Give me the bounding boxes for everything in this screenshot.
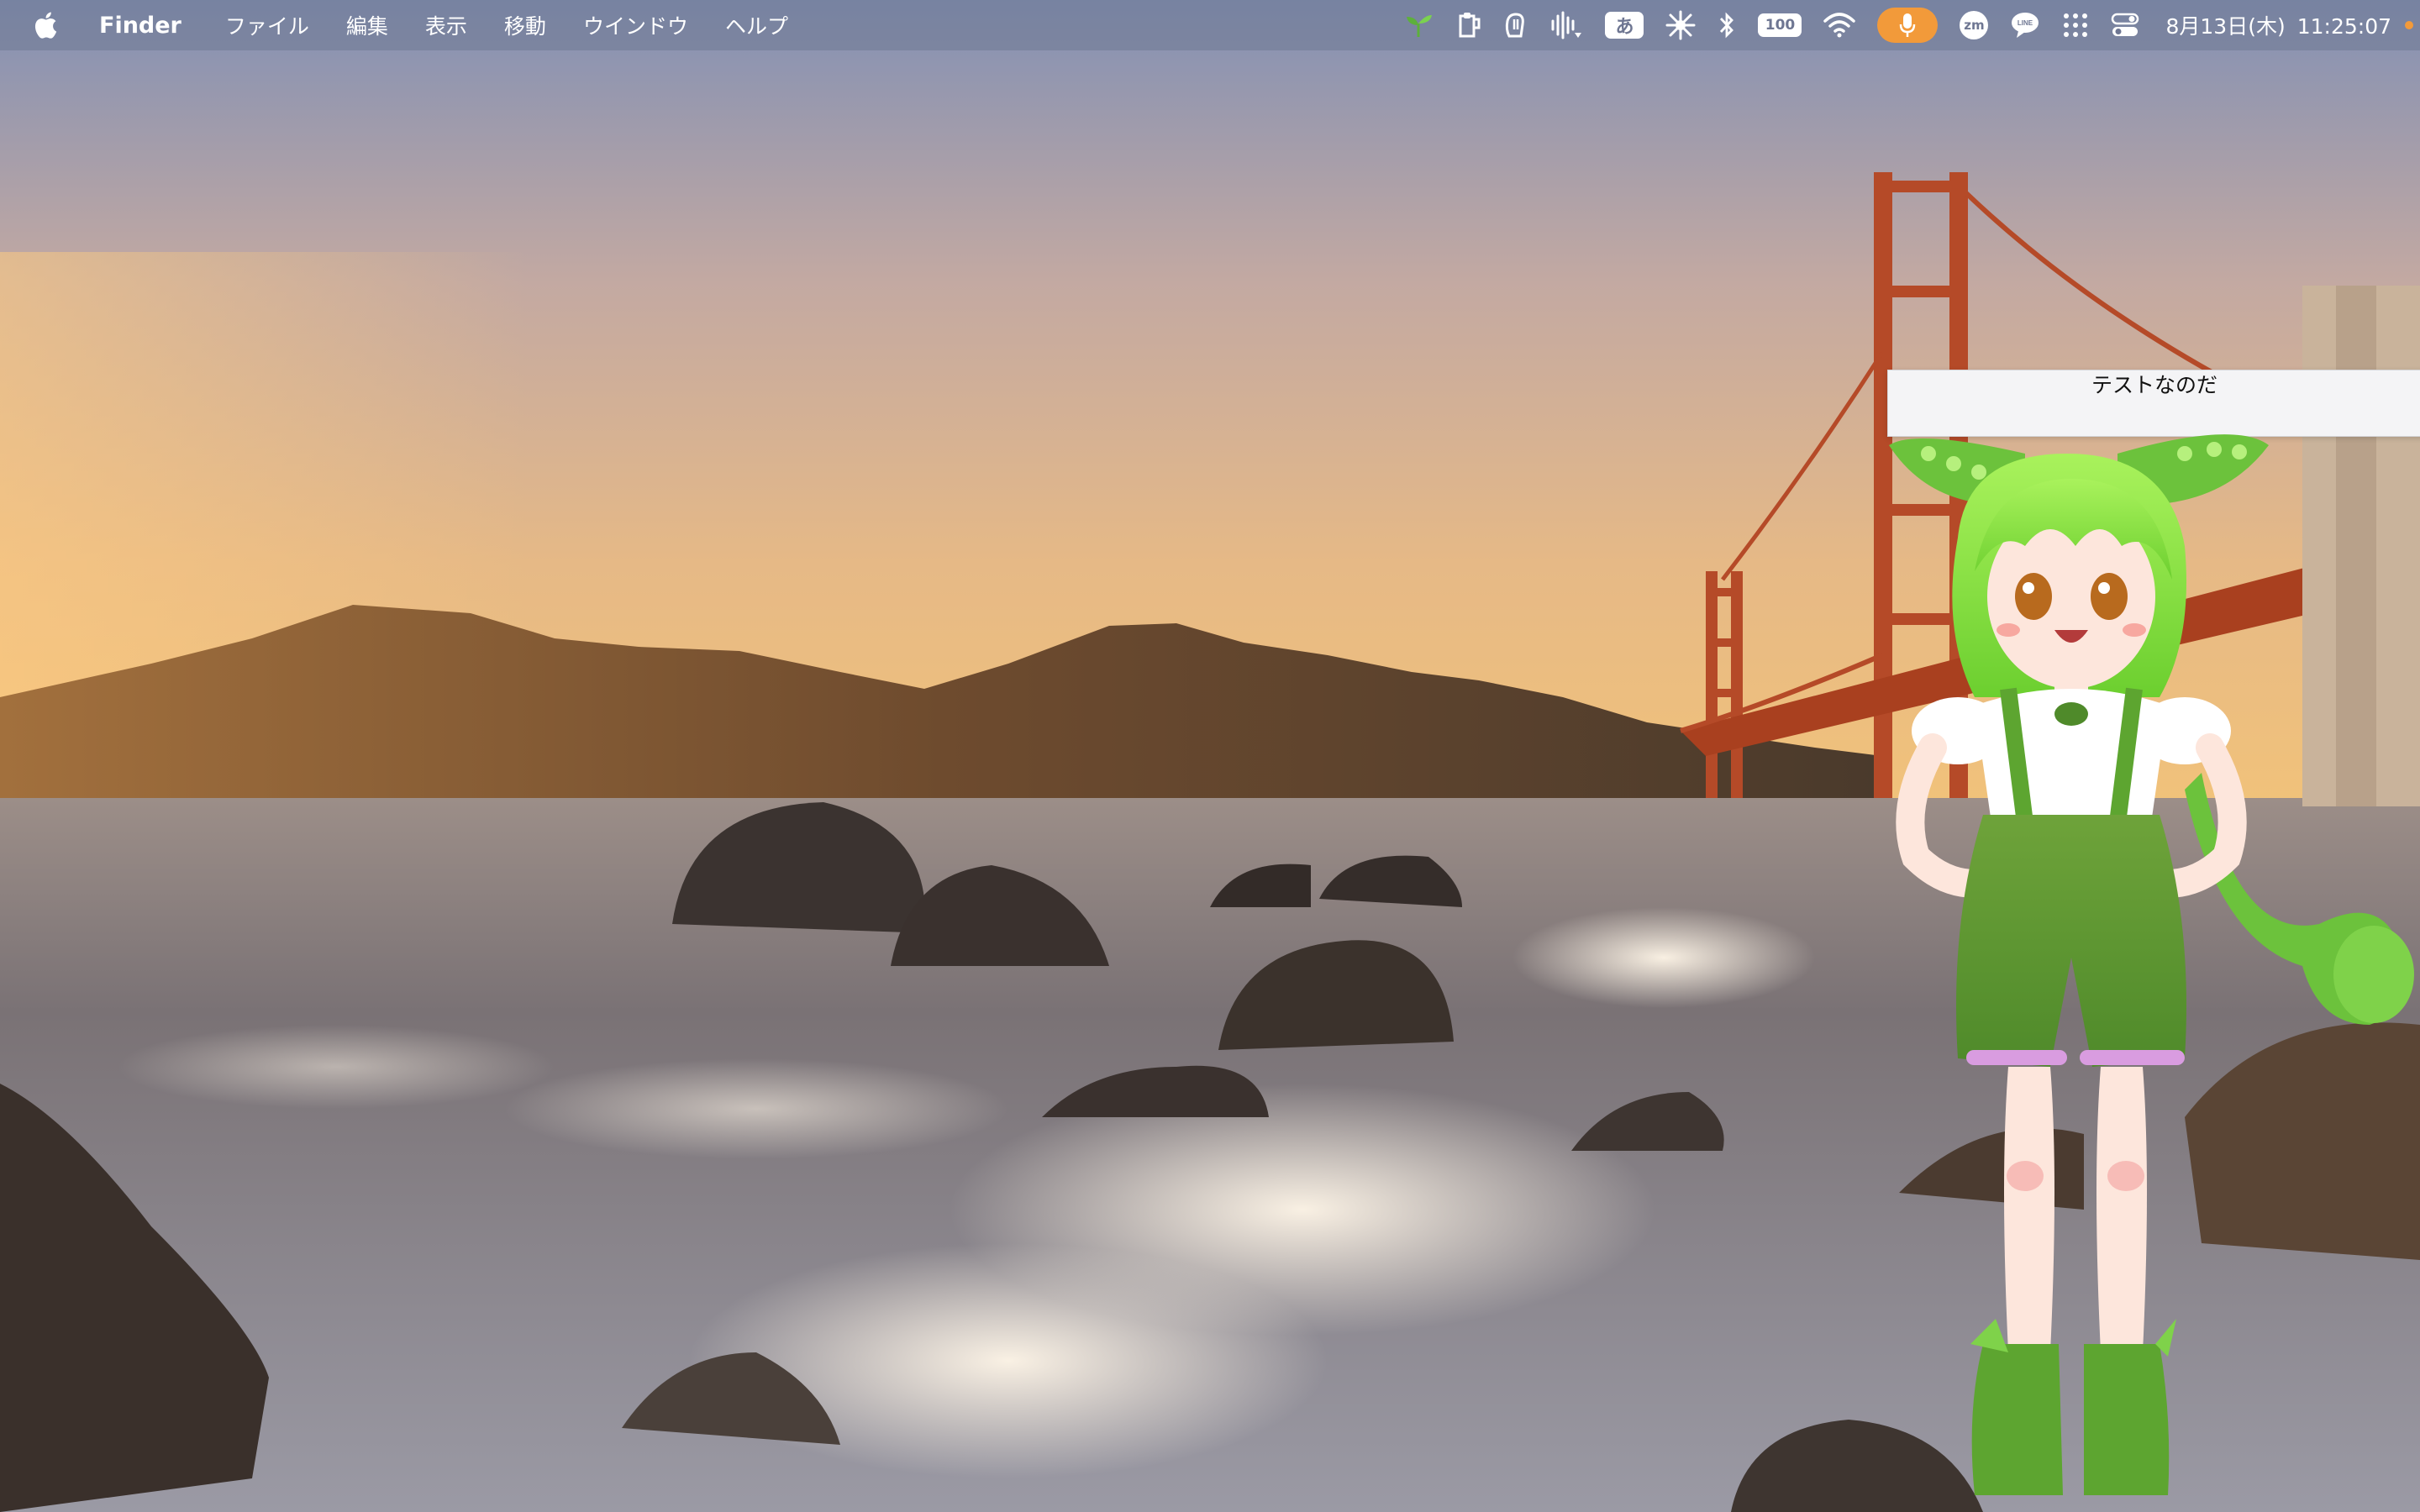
clock-date: 8月13日(木)	[2165, 14, 2286, 39]
wifi-icon[interactable]	[1823, 0, 1856, 50]
menu-bar: Finder ファイル 編集 表示 移動 ウインドウ ヘルプ あ 100 zm …	[0, 0, 2420, 50]
menu-app-finder[interactable]: Finder	[87, 0, 207, 50]
speech-bubble-text: テストなのだ	[2091, 373, 2217, 397]
brightness-icon[interactable]	[1665, 0, 1696, 50]
input-method-label: あ	[1605, 12, 1644, 39]
apple-menu-icon[interactable]	[29, 8, 62, 42]
menu-bar-left: Finder ファイル 編集 表示 移動 ウインドウ ヘルプ	[0, 0, 807, 50]
bluetooth-icon[interactable]	[1718, 0, 1736, 50]
zoom-label: zm	[1960, 11, 1989, 39]
microphone-active-indicator	[1877, 8, 1939, 43]
recording-indicator-icon	[2405, 21, 2413, 29]
clipboard-icon[interactable]	[1455, 0, 1481, 50]
audio-waveform-icon[interactable]	[1549, 0, 1583, 50]
battery-label: 100	[1758, 13, 1802, 37]
menu-file[interactable]: ファイル	[207, 0, 328, 50]
line-icon[interactable]: LINE	[2010, 0, 2040, 50]
clock-time: 11:25:07	[2296, 14, 2391, 39]
line-label: LINE	[2018, 19, 2033, 27]
menu-view[interactable]: 表示	[407, 0, 486, 50]
menu-go[interactable]: 移動	[486, 0, 565, 50]
menu-edit[interactable]: 編集	[328, 0, 407, 50]
menu-bar-clock[interactable]: 8月13日(木) 11:25:07	[2165, 10, 2391, 40]
mascot-character-image[interactable]	[1882, 420, 2420, 1512]
battery-icon[interactable]: 100	[1758, 0, 1802, 50]
control-center-icon[interactable]	[2111, 0, 2139, 50]
menu-help[interactable]: ヘルプ	[707, 0, 807, 50]
hand-icon[interactable]	[1502, 0, 1528, 50]
input-method-icon[interactable]: あ	[1605, 0, 1644, 50]
microphone-icon[interactable]	[1877, 0, 1939, 50]
sprout-icon[interactable]	[1403, 0, 1434, 50]
zoom-icon[interactable]: zm	[1960, 0, 1989, 50]
menu-window[interactable]: ウインドウ	[565, 0, 707, 50]
app-grid-icon[interactable]	[2062, 0, 2089, 50]
menu-bar-extras: あ 100 zm LINE 8月13日(木) 11:25:07	[1392, 0, 2420, 50]
